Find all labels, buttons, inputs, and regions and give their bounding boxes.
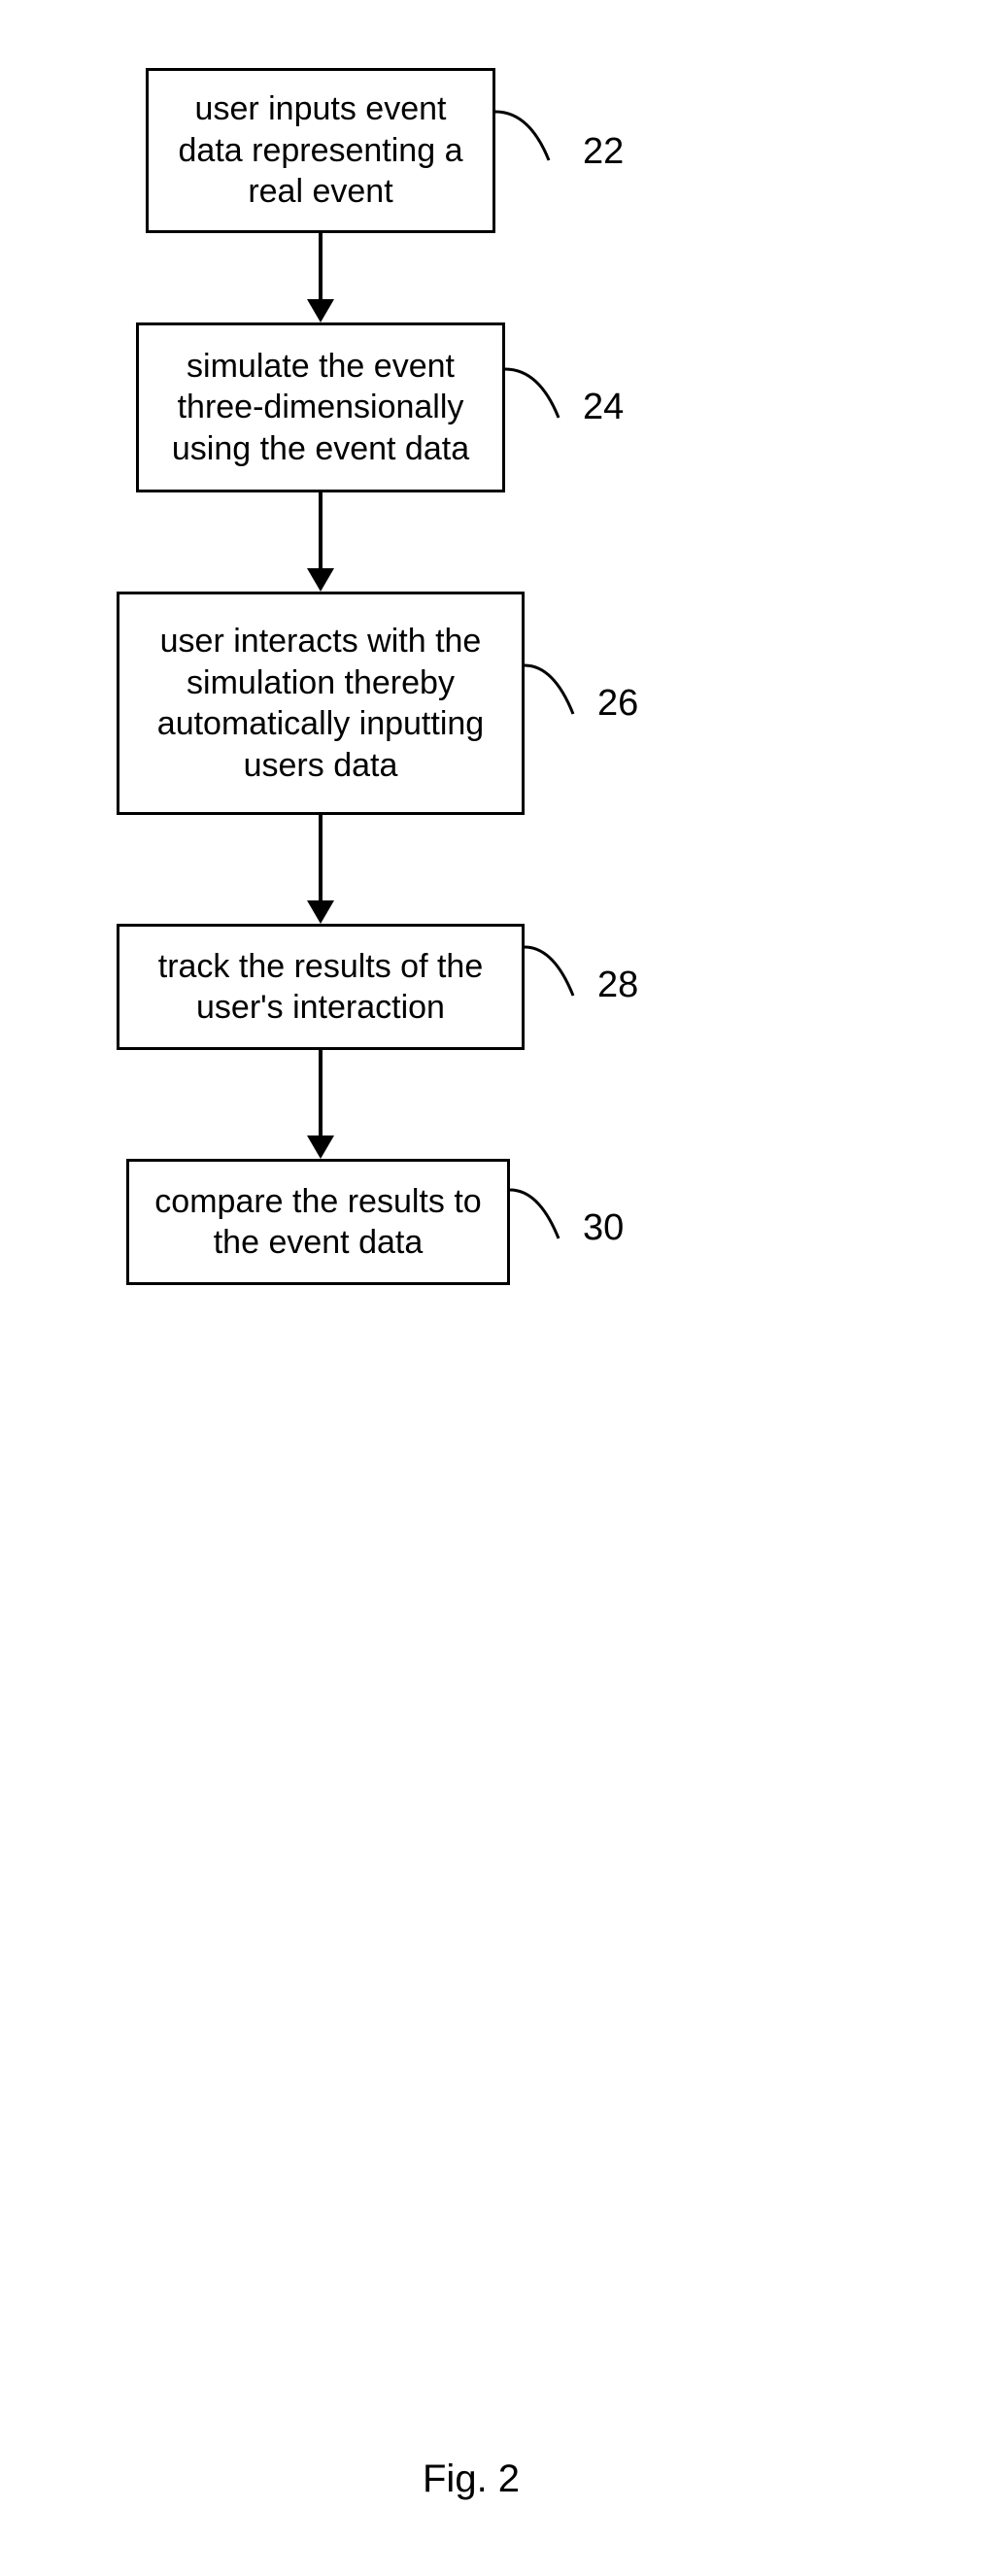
flow-step-24: simulate the event three-dimensionally u…	[136, 322, 505, 492]
flow-arrow-head	[307, 299, 334, 322]
flowchart-canvas: user inputs event data representing a re…	[0, 0, 985, 2576]
flow-arrow-head	[307, 1135, 334, 1159]
flow-arrow-head	[307, 900, 334, 924]
flow-step-26: user interacts with the simulation there…	[117, 592, 525, 815]
flow-step-28: track the results of the user's interact…	[117, 924, 525, 1050]
flow-step-label: 22	[583, 131, 624, 173]
flow-step-text: track the results of the user's interact…	[133, 946, 508, 1029]
callout-connector-24	[505, 369, 578, 423]
callout-connector-28	[525, 947, 593, 1000]
callout-connector-26	[525, 665, 593, 719]
flow-arrow	[319, 815, 323, 902]
flow-arrow	[319, 1050, 323, 1137]
callout-connector-30	[510, 1190, 578, 1243]
flow-arrow-head	[307, 568, 334, 592]
flow-step-text: user inputs event data representing a re…	[162, 88, 479, 213]
flow-step-text: simulate the event three-dimensionally u…	[153, 346, 489, 470]
flow-arrow	[319, 233, 323, 301]
flow-step-text: user interacts with the simulation there…	[133, 621, 508, 786]
callout-connector-22	[495, 112, 573, 170]
flow-arrow	[319, 492, 323, 570]
figure-caption: Fig. 2	[423, 2457, 520, 2501]
flow-step-label: 28	[597, 965, 638, 1006]
flow-step-text: compare the results to the event data	[143, 1181, 493, 1264]
flow-step-label: 30	[583, 1207, 624, 1249]
flow-step-30: compare the results to the event data	[126, 1159, 510, 1285]
flow-step-label: 26	[597, 683, 638, 725]
flow-step-22: user inputs event data representing a re…	[146, 68, 495, 233]
flow-step-label: 24	[583, 387, 624, 428]
